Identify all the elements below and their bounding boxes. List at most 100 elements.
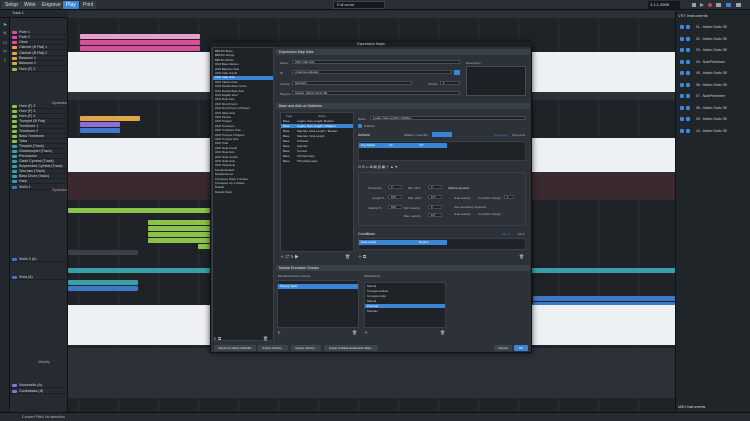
- expression-map-item[interactable]: HSO Cello Solo: [213, 76, 273, 80]
- track-region[interactable]: [68, 286, 138, 291]
- expression-map-item[interactable]: HSO Flute Solo: [213, 98, 273, 102]
- description-field[interactable]: [466, 66, 526, 96]
- any-of-radio[interactable]: Any of: [502, 232, 510, 236]
- track-region[interactable]: [533, 296, 675, 301]
- cancel-button[interactable]: Cancel: [494, 345, 512, 351]
- scissors-icon[interactable]: ✂: [1, 49, 9, 56]
- mode-setup[interactable]: Setup: [2, 1, 22, 9]
- edit-instrument-icon[interactable]: [686, 59, 690, 64]
- mode-play[interactable]: Play: [63, 1, 79, 9]
- expression-map-item[interactable]: HSO Viola Solo: [213, 151, 273, 155]
- activate-checkbox[interactable]: [680, 128, 684, 133]
- controller-change-radio[interactable]: Controller change: [478, 196, 501, 200]
- expression-map-item[interactable]: HSO Timpani: [213, 120, 273, 124]
- mechanism-item[interactable]: Spiccato: [365, 309, 445, 313]
- add-condition-icon[interactable]: ＋ ⧉: [358, 254, 366, 260]
- track-row[interactable]: Violin 2 (A): [10, 257, 68, 262]
- expression-map-item[interactable]: HSO Trumpet Solo: [213, 138, 273, 142]
- switch-row[interactable]: Base Staccato, Note Length = Medium: [281, 129, 353, 133]
- switch-row[interactable]: Base Staccato, Note Length: [281, 134, 353, 138]
- expression-map-item[interactable]: Default (Solo): [213, 191, 273, 195]
- expression-map-item[interactable]: HSO Violin Combi: [213, 156, 273, 160]
- edit-instrument-icon[interactable]: [686, 82, 690, 87]
- activate-checkbox[interactable]: [680, 82, 684, 87]
- concert-pitch-status[interactable]: Concert Pitch: [22, 413, 44, 421]
- track-region[interactable]: [80, 46, 200, 51]
- expression-map-item[interactable]: Transpose Up 1 Octave: [213, 182, 273, 186]
- edit-instrument-icon[interactable]: [686, 128, 690, 133]
- velocity-percent-field[interactable]: 100: [388, 205, 402, 209]
- expression-map-item[interactable]: HSO Tuba: [213, 142, 273, 146]
- import-cubase-map-button[interactable]: Import Cubase Expression Map...: [324, 345, 378, 351]
- expression-map-item[interactable]: Transpose Down 1 Octave: [213, 178, 273, 182]
- instrument-slot[interactable]: 04 - NotePerformer: [678, 59, 746, 65]
- expression-map-item[interactable]: HSO Viola Combi: [213, 147, 273, 151]
- arrow-icon[interactable]: ➤: [1, 22, 9, 29]
- import-library-button[interactable]: Import Library...: [258, 345, 288, 351]
- plugins-field[interactable]: HALion, HALion Sonic SE: [292, 91, 460, 95]
- edit-instrument-icon[interactable]: [686, 94, 690, 98]
- track-row[interactable]: Harp: [10, 179, 68, 184]
- expression-map-item[interactable]: HSO English Horn: [213, 94, 273, 98]
- exclusion-group-item[interactable]: Playing Styles: [278, 284, 358, 289]
- edit-instrument-icon[interactable]: [686, 36, 690, 41]
- expression-map-item[interactable]: HSO Trombone: [213, 125, 273, 129]
- add-group-icon[interactable]: ＋: [277, 330, 281, 336]
- expression-map-item[interactable]: HSO Double Bass Combi: [213, 85, 273, 89]
- expression-map-item[interactable]: Default: [213, 186, 273, 190]
- edit-instrument-icon[interactable]: [686, 105, 690, 110]
- instrument-slot[interactable]: 05 - Halion Sonic SE: [678, 70, 746, 76]
- middle-c-toggle[interactable]: [432, 132, 452, 137]
- delete-group-icon[interactable]: 🗑: [352, 330, 357, 335]
- condition-row[interactable]: Note Length Medium: [359, 240, 447, 245]
- instrument-slot[interactable]: 01 - Halion Sonic SE: [678, 24, 746, 30]
- edit-instrument-icon[interactable]: [686, 71, 690, 75]
- instrument-slot[interactable]: 06 - Halion Sonic SE: [678, 82, 746, 88]
- switch-row[interactable]: Base Legato, Note Length = Medium: [281, 124, 353, 128]
- mode-write[interactable]: Write: [21, 1, 39, 9]
- pencil-icon[interactable]: ✎: [1, 31, 9, 38]
- mode-engrave[interactable]: Engrave: [39, 1, 64, 9]
- expression-map-item[interactable]: HSO Bass Clarinet: [213, 63, 273, 67]
- velocity-lane[interactable]: [68, 348, 675, 398]
- track-row[interactable]: Clarinet (B Flat) 1: [10, 45, 68, 50]
- transpose-field[interactable]: 0: [388, 185, 402, 189]
- activate-checkbox[interactable]: [680, 117, 684, 121]
- transport-buttons[interactable]: [690, 1, 745, 9]
- creator-field[interactable]: Steinberg: [292, 81, 412, 85]
- export-library-button[interactable]: Export Library...: [291, 345, 321, 351]
- section-exclusion[interactable]: Mutual Exclusion Groups: [276, 265, 530, 271]
- expression-map-item[interactable]: HSO Bassoon Solo: [213, 68, 273, 72]
- instrument-slot[interactable]: 07 - NotePerformer: [678, 93, 746, 99]
- instrument-slot[interactable]: 09 - Halion Sonic SE: [678, 116, 746, 122]
- activate-checkbox[interactable]: [680, 94, 684, 98]
- action-type-buttons[interactable]: ⊡ ⊟ ▭ ⊠ ▤ ▥ ▦ ＋ ▲ ▼: [358, 164, 458, 170]
- view-select[interactable]: Full score: [333, 1, 385, 9]
- name-field[interactable]: HSO Cello Solo: [292, 60, 460, 64]
- expression-map-item[interactable]: Kontakt Default: [213, 169, 273, 173]
- expression-map-item[interactable]: NotePerformer: [213, 173, 273, 177]
- expression-map-item[interactable]: HSO Piccolo: [213, 116, 273, 120]
- expression-map-item[interactable]: HSO Violin Solo: [213, 160, 273, 164]
- section-switches[interactable]: Base and Add-on Switches: [276, 103, 530, 109]
- track-region[interactable]: [80, 128, 120, 133]
- add-mechanism-icon[interactable]: ＋: [364, 330, 368, 336]
- track-region[interactable]: [80, 116, 140, 121]
- delete-mechanism-icon[interactable]: 🗑: [440, 330, 445, 335]
- on-events-radio[interactable]: On events: [494, 133, 507, 137]
- edit-instrument-icon[interactable]: [686, 117, 690, 121]
- mechanism-item[interactable]: Col legno tratto: [365, 294, 445, 298]
- add-map-icon[interactable]: ＋ ⧉: [213, 336, 221, 342]
- off-events-radio[interactable]: Off events: [512, 133, 525, 137]
- ok-button[interactable]: OK: [514, 345, 528, 351]
- section-map-data[interactable]: Expression Map Data: [276, 49, 530, 55]
- min-pitch-field[interactable]: 0: [428, 185, 442, 189]
- expression-map-item[interactable]: HSO Trombone Solo: [213, 129, 273, 133]
- all-of-radio[interactable]: All of: [518, 232, 524, 236]
- mechanism-item[interactable]: Pizzicato: [365, 304, 445, 308]
- switch-row[interactable]: Base Pizzicato: [281, 139, 353, 143]
- edit-instrument-icon[interactable]: [686, 25, 690, 29]
- expression-map-item[interactable]: HSO Trumpet 3 Players: [213, 134, 273, 138]
- switch-row[interactable]: Base Tremolo: [281, 149, 353, 153]
- track-region[interactable]: [80, 122, 120, 127]
